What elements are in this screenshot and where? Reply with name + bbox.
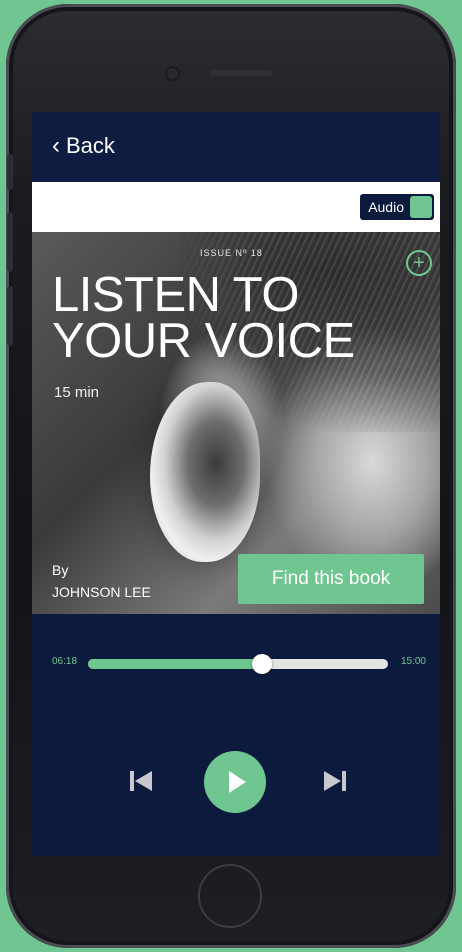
home-button[interactable]: [198, 864, 262, 928]
toggle-knob: [410, 196, 432, 218]
elapsed-time: 06:18: [52, 656, 78, 667]
cover-title: LISTEN TO YOUR VOICE: [52, 268, 355, 368]
chevron-left-icon: ‹: [52, 132, 60, 159]
earpiece-speaker: [210, 70, 272, 76]
front-camera: [167, 68, 178, 79]
by-label: By: [52, 562, 69, 578]
volume-up-button: [7, 212, 13, 272]
previous-button[interactable]: [126, 766, 156, 796]
cover-image: ISSUE Nº 18 + LISTEN TO YOUR VOICE 15 mi…: [32, 232, 440, 614]
progress-thumb[interactable]: [252, 654, 272, 674]
toolbar: Audio: [32, 182, 440, 232]
audio-toggle[interactable]: Audio: [360, 194, 434, 220]
plus-circle-icon[interactable]: +: [406, 250, 432, 276]
title-line-2: YOUR VOICE: [52, 314, 355, 368]
top-navigation-bar: ‹ Back: [32, 112, 440, 182]
progress-slider[interactable]: [88, 654, 388, 674]
mute-switch: [7, 154, 13, 190]
app-screen: ‹ Back Audio ISSUE Nº 18 + LISTEN TO YOU…: [32, 112, 440, 856]
play-button[interactable]: [204, 751, 266, 813]
find-book-button[interactable]: Find this book: [238, 554, 424, 604]
progress-fill: [88, 659, 262, 669]
issue-number: ISSUE Nº 18: [200, 248, 263, 258]
total-time: 15:00: [400, 656, 426, 667]
back-button[interactable]: ‹ Back: [52, 133, 115, 159]
title-line-1: LISTEN TO: [52, 268, 299, 322]
next-button[interactable]: [320, 766, 350, 796]
audio-toggle-label: Audio: [368, 199, 404, 215]
audio-player: 06:18 15:00: [32, 614, 440, 856]
back-label: Back: [66, 133, 115, 158]
duration-label: 15 min: [54, 384, 100, 401]
play-icon: [229, 771, 246, 793]
skip-next-icon: [324, 771, 346, 791]
ear-image: [150, 382, 260, 562]
volume-down-button: [7, 286, 13, 346]
skip-previous-icon: [130, 771, 152, 791]
author-name: JOHNSON LEE: [52, 584, 151, 600]
